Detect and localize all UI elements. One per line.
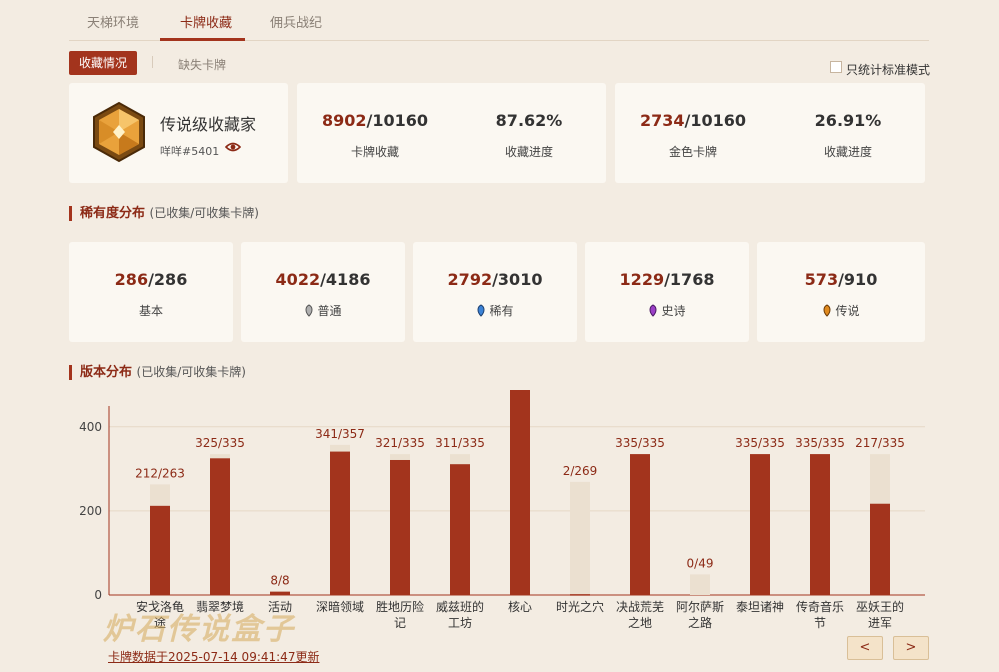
prev-page-button[interactable]: < <box>847 636 883 660</box>
bar-data-label: 321/335 <box>375 436 425 450</box>
data-updated-link[interactable]: 卡牌数据于2025-07-14 09:41:47更新 <box>108 648 319 665</box>
tab-mercenaries[interactable]: 佣兵战纪 <box>270 12 322 31</box>
bar-owned <box>570 594 590 596</box>
bar-data-label: 335/335 <box>615 436 665 450</box>
subtab-missing-cards[interactable]: 缺失卡牌 <box>178 56 226 73</box>
standard-only-checkbox[interactable] <box>830 61 842 73</box>
x-tick-label: 泰坦诸神 <box>736 600 784 614</box>
subtab-collection-status[interactable]: 收藏情况 <box>69 51 137 75</box>
main-tabs: 天梯环境 卡牌收藏 佣兵战纪 <box>69 0 929 41</box>
profile-card: 传说级收藏家 咩咩#5401 <box>69 83 288 183</box>
tab-collection[interactable]: 卡牌收藏 <box>180 12 232 31</box>
bar-data-label: 335/335 <box>795 436 845 450</box>
rarity-label: 基本 <box>138 304 163 318</box>
next-page-button[interactable]: > <box>893 636 929 660</box>
x-tick-label: 威兹班的 <box>436 599 484 614</box>
legendary-collector-badge-icon <box>93 101 145 163</box>
rarity-label: 史诗 <box>585 302 749 319</box>
bar-owned <box>750 454 770 595</box>
epic-gem-icon <box>649 304 657 317</box>
rarity-count: 286/286 <box>114 270 188 289</box>
subtab-divider <box>152 56 153 68</box>
rarity-label: 传说 <box>757 302 925 319</box>
bar-data-label: 311/335 <box>435 436 485 450</box>
user-tag: 咩咩#5401 <box>160 145 220 158</box>
bar-owned <box>450 464 470 595</box>
golden-progress-value: 26.91% <box>814 111 882 130</box>
x-tick-label: 阿尔萨斯 <box>676 599 724 614</box>
rarity-count: 1229/1768 <box>619 270 715 289</box>
cards-label: 卡牌收藏 <box>350 145 399 159</box>
bar-data-label: 341/357 <box>315 427 365 441</box>
eye-icon[interactable] <box>225 141 241 153</box>
golden-count: 2734/10160 <box>639 111 747 130</box>
x-tick-label: 节 <box>814 616 826 630</box>
bar-data-label: 0/49 <box>687 556 714 570</box>
bar-data-label: 8/8 <box>270 574 289 588</box>
bar-data-label: 217/335 <box>855 436 905 450</box>
bar-owned <box>630 454 650 595</box>
golden-collection-summary: 2734/10160 金色卡牌 26.91% 收藏进度 <box>615 83 925 183</box>
golden-label: 金色卡牌 <box>668 145 717 159</box>
x-tick-label: 决战荒芜 <box>616 600 664 614</box>
bar-owned <box>210 458 230 595</box>
bar-owned <box>810 454 830 595</box>
bar-owned <box>870 503 890 595</box>
standard-only-label[interactable]: 只统计标准模式 <box>846 61 930 78</box>
rarity-card-rare: 2792/3010 稀有 <box>413 242 577 342</box>
cards-progress-value: 87.62% <box>495 111 563 130</box>
x-tick-label: 进军 <box>868 616 892 630</box>
set-section-title: 版本分布 (已收集/可收集卡牌) <box>69 365 246 380</box>
common-gem-icon <box>305 304 313 317</box>
rarity-card-epic: 1229/1768 史诗 <box>585 242 749 342</box>
bar-owned <box>390 459 410 595</box>
x-tick-label: 胜地历险 <box>376 599 424 614</box>
bar-data-label: 2/269 <box>563 464 598 478</box>
x-tick-label: 深暗领域 <box>316 599 364 614</box>
card-collection-summary: 8902/10160 卡牌收藏 87.62% 收藏进度 <box>297 83 606 183</box>
collector-title: 传说级收藏家 <box>160 115 257 134</box>
rarity-card-common: 4022/4186 普通 <box>241 242 405 342</box>
x-tick-label: 巫妖王的 <box>856 599 904 614</box>
golden-progress-label: 收藏进度 <box>823 145 872 159</box>
bar-total <box>690 574 710 595</box>
x-tick-label: 时光之穴 <box>556 599 604 614</box>
y-tick-label: 400 <box>79 420 102 434</box>
x-tick-label: 传奇音乐 <box>796 599 844 614</box>
x-tick-label: 之地 <box>628 616 652 630</box>
x-tick-label: 之路 <box>688 615 712 630</box>
watermark-logo: 炉石传说盒子 <box>103 612 295 647</box>
rarity-label: 稀有 <box>413 302 577 319</box>
bar-total <box>570 481 590 595</box>
bar-data-label: 335/335 <box>735 436 785 450</box>
rarity-count: 4022/4186 <box>275 270 371 289</box>
cards-count: 8902/10160 <box>321 111 429 130</box>
rarity-card-basic: 286/286 基本 <box>69 242 233 342</box>
bar-owned <box>150 505 170 595</box>
bar-data-label: 212/263 <box>135 466 185 480</box>
bar-data-label: 325/335 <box>195 436 245 450</box>
bar-owned <box>510 390 530 595</box>
y-tick-label: 0 <box>94 588 102 602</box>
x-tick-label: 核心 <box>508 600 532 614</box>
x-tick-label: 记 <box>394 616 406 630</box>
active-tab-indicator <box>160 38 245 41</box>
rarity-section-title: 稀有度分布 (已收集/可收集卡牌) <box>69 206 259 221</box>
rarity-count: 2792/3010 <box>447 270 543 289</box>
cards-progress-label: 收藏进度 <box>504 145 553 159</box>
legendary-gem-icon <box>823 304 831 317</box>
bar-owned <box>270 591 290 595</box>
y-tick-label: 200 <box>79 504 102 518</box>
tab-ladder[interactable]: 天梯环境 <box>87 12 139 31</box>
x-tick-label: 工坊 <box>448 615 472 630</box>
rarity-card-legendary: 573/910 传说 <box>757 242 925 342</box>
rarity-label: 普通 <box>241 302 405 319</box>
bar-owned <box>330 451 350 595</box>
rarity-count: 573/910 <box>804 270 878 289</box>
rare-gem-icon <box>477 304 485 317</box>
